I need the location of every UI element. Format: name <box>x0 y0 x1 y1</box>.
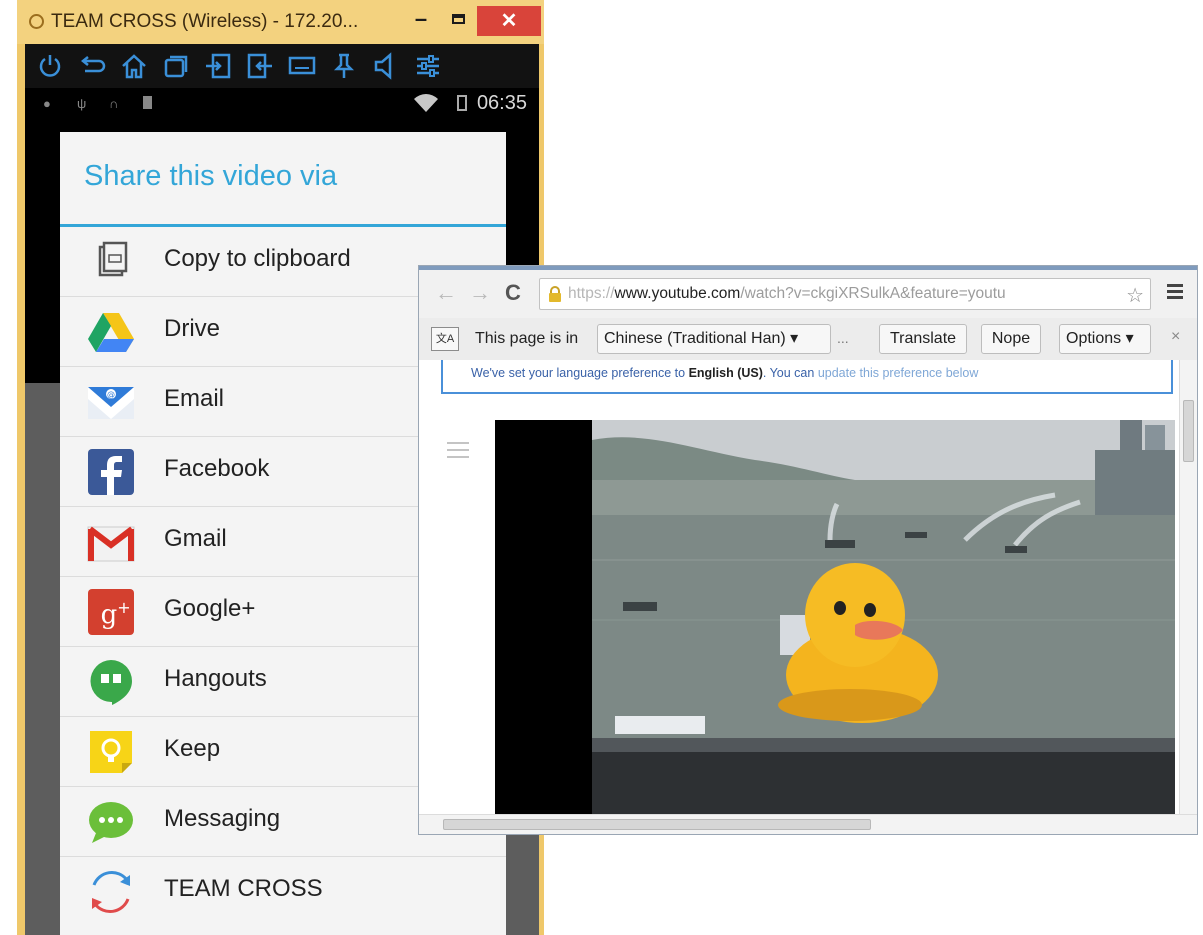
volume-icon[interactable] <box>371 51 401 81</box>
share-option-label: TEAM CROSS <box>164 875 323 902</box>
email-icon: @ <box>88 387 134 419</box>
share-dialog-title: Share this video via <box>84 160 338 192</box>
share-option-label: Gmail <box>164 525 227 552</box>
lock-icon <box>549 286 561 302</box>
menu-icon[interactable] <box>1167 284 1183 300</box>
reload-button[interactable]: C <box>505 280 521 306</box>
forward-button[interactable]: → <box>469 280 491 306</box>
translate-infobar: 文A This page is in Chinese (Traditional … <box>419 318 1197 361</box>
translate-icon: 文A <box>431 327 459 351</box>
svg-text:+: + <box>117 598 130 617</box>
keep-icon <box>90 731 132 773</box>
bookmark-star-icon[interactable]: ☆ <box>1126 283 1144 308</box>
nope-button[interactable]: Nope <box>981 324 1041 354</box>
status-time: 06:35 <box>476 92 527 114</box>
headset-icon: ∩ <box>109 96 119 111</box>
more-languages[interactable]: ... <box>837 330 849 346</box>
url-host: www.youtube.com <box>614 285 741 302</box>
share-option-team-cross[interactable]: TEAM CROSS <box>60 857 506 927</box>
drive-icon <box>88 313 134 352</box>
maximize-icon <box>452 14 465 24</box>
team-cross-icon <box>92 870 130 914</box>
notice-part: We've set your language preference to <box>471 366 686 380</box>
source-language-select[interactable]: Chinese (Traditional Han) ▾ <box>597 324 831 354</box>
address-bar[interactable]: https://www.youtube.com/watch?v=ckgiXRSu… <box>539 278 1151 310</box>
back-icon[interactable] <box>77 51 107 81</box>
hangouts-icon <box>90 660 132 705</box>
horizontal-scrollbar[interactable] <box>419 814 1197 834</box>
status-bar: ● ψ ∩ 06:35 <box>25 88 539 118</box>
share-option-label: Google+ <box>164 595 256 622</box>
share-option-label: Keep <box>164 735 221 762</box>
export-icon[interactable] <box>245 51 275 81</box>
battery-icon <box>457 95 467 111</box>
page-content: We've set your language preference to En… <box>419 360 1179 814</box>
android-debug-icon: ● <box>43 96 51 111</box>
url-scheme: https:// <box>568 285 615 302</box>
close-infobar-button[interactable]: × <box>1171 328 1180 346</box>
pin-icon[interactable] <box>329 51 359 81</box>
facebook-icon <box>88 449 134 495</box>
browser-window: ← → C https://www.youtube.com/watch?v=ck… <box>418 265 1198 835</box>
close-button[interactable]: ✕ <box>477 6 541 36</box>
share-option-label: Copy to clipboard <box>164 245 351 272</box>
video-frame <box>495 420 1175 814</box>
back-button[interactable]: ← <box>435 280 457 306</box>
vertical-scrollbar[interactable] <box>1179 360 1197 814</box>
emulator-toolbar <box>25 44 539 88</box>
emulator-title: TEAM CROSS (Wireless) - 172.20... <box>51 11 359 32</box>
settings-sliders-icon[interactable] <box>413 51 443 81</box>
share-option-label: Hangouts <box>164 665 267 692</box>
usb-icon: ψ <box>77 96 87 111</box>
keyboard-icon[interactable] <box>287 51 317 81</box>
url-path: /watch?v=ckgiXRSulkA&feature=youtu <box>740 285 1006 302</box>
options-button[interactable]: Options ▾ <box>1059 324 1151 354</box>
update-preference-link[interactable]: update this preference below <box>818 366 979 380</box>
notice-part: . You can <box>762 366 815 380</box>
language-notice: We've set your language preference to En… <box>441 360 1173 394</box>
notice-language: English (US) <box>688 366 763 380</box>
recents-icon[interactable] <box>161 51 191 81</box>
video-player[interactable] <box>495 420 1175 814</box>
emulator-titlebar[interactable]: TEAM CROSS (Wireless) - 172.20... – ✕ <box>17 0 544 44</box>
svg-text:g: g <box>101 600 118 630</box>
translate-prompt: This page is in <box>475 330 579 347</box>
clipboard-icon <box>98 241 128 277</box>
home-icon[interactable] <box>119 51 149 81</box>
guide-menu-icon[interactable] <box>447 442 469 463</box>
share-option-label: Drive <box>164 315 221 342</box>
gmail-icon <box>87 526 135 562</box>
url-text: https://www.youtube.com/watch?v=ckgiXRSu… <box>568 285 1006 303</box>
svg-text:@: @ <box>107 390 115 399</box>
messaging-icon <box>89 802 133 843</box>
vertical-scroll-thumb[interactable] <box>1183 400 1194 462</box>
language-notice-text: We've set your language preference to En… <box>471 366 978 380</box>
maximize-button[interactable] <box>443 8 475 34</box>
power-icon[interactable] <box>35 51 65 81</box>
wifi-icon <box>414 94 438 112</box>
app-logo-icon <box>29 14 44 29</box>
minimize-button[interactable]: – <box>405 8 437 34</box>
browser-toolbar: ← → C https://www.youtube.com/watch?v=ck… <box>419 270 1197 318</box>
import-icon[interactable] <box>203 51 233 81</box>
sd-card-icon <box>143 96 152 109</box>
share-option-label: Facebook <box>164 455 270 482</box>
share-option-label: Email <box>164 385 225 412</box>
share-option-label: Messaging <box>164 805 281 832</box>
google-plus-icon: g + <box>88 589 134 635</box>
translate-button[interactable]: Translate <box>879 324 967 354</box>
horizontal-scroll-thumb[interactable] <box>443 819 871 830</box>
